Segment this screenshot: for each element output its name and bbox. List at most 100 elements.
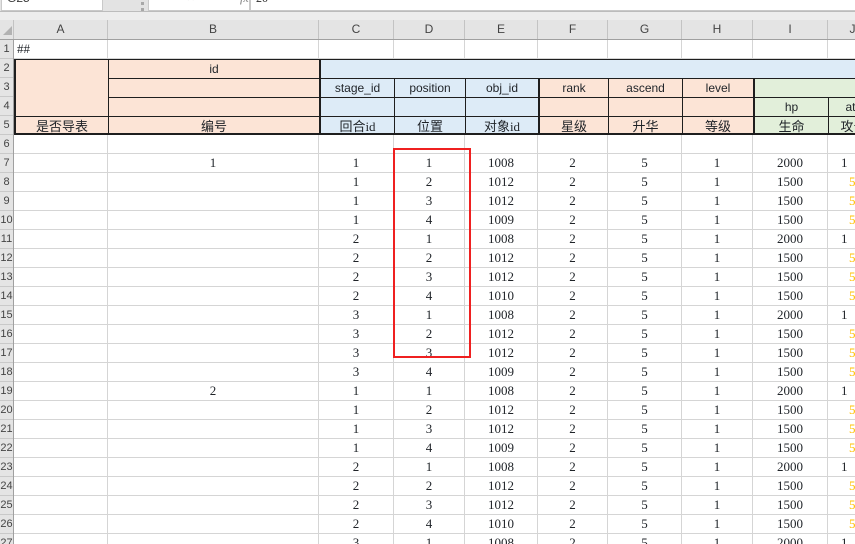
cell-J22[interactable]: 5: [828, 439, 855, 458]
cell-I25[interactable]: 1500: [753, 496, 828, 515]
cell-C27[interactable]: 3: [319, 534, 394, 544]
cell-H25[interactable]: 1: [682, 496, 753, 515]
header-cell-F5[interactable]: 星级: [538, 116, 608, 135]
cell-E22[interactable]: 1009: [465, 439, 538, 458]
header-cell-B2[interactable]: id: [108, 59, 319, 78]
cell-J1[interactable]: [828, 40, 855, 59]
header-cell-D5[interactable]: 位置: [394, 116, 465, 135]
cell-F14[interactable]: 2: [538, 287, 608, 306]
cell-F12[interactable]: 2: [538, 249, 608, 268]
cell-J9[interactable]: 5: [828, 192, 855, 211]
cell-G24[interactable]: 5: [608, 477, 682, 496]
cell-I6[interactable]: [753, 135, 828, 154]
cell-I19[interactable]: 2000: [753, 382, 828, 401]
cell-G19[interactable]: 5: [608, 382, 682, 401]
header-cell-E5[interactable]: 对象id: [465, 116, 538, 135]
cell-A7[interactable]: [14, 154, 108, 173]
header-cell-B4[interactable]: [108, 97, 319, 116]
cell-F25[interactable]: 2: [538, 496, 608, 515]
cell-J21[interactable]: 5: [828, 420, 855, 439]
cell-J11[interactable]: 1: [828, 230, 855, 249]
cell-C17[interactable]: 3: [319, 344, 394, 363]
cell-A17[interactable]: [14, 344, 108, 363]
cell-A15[interactable]: [14, 306, 108, 325]
cell-G1[interactable]: [608, 40, 682, 59]
cell-C26[interactable]: 2: [319, 515, 394, 534]
cell-F19[interactable]: 2: [538, 382, 608, 401]
cell-A6[interactable]: [14, 135, 108, 154]
cell-A23[interactable]: [14, 458, 108, 477]
cell-E16[interactable]: 1012: [465, 325, 538, 344]
cell-B1[interactable]: [108, 40, 319, 59]
cell-C10[interactable]: 1: [319, 211, 394, 230]
cell-A12[interactable]: [14, 249, 108, 268]
cell-B14[interactable]: [108, 287, 319, 306]
header-cell-C2[interactable]: [319, 59, 855, 78]
cell-E14[interactable]: 1010: [465, 287, 538, 306]
cell-B17[interactable]: [108, 344, 319, 363]
cell-F17[interactable]: 2: [538, 344, 608, 363]
cell-F9[interactable]: 2: [538, 192, 608, 211]
cell-A18[interactable]: [14, 363, 108, 382]
cell-I7[interactable]: 2000: [753, 154, 828, 173]
cell-J7[interactable]: 1: [828, 154, 855, 173]
cell-G13[interactable]: 5: [608, 268, 682, 287]
cell-B20[interactable]: [108, 401, 319, 420]
cell-B27[interactable]: [108, 534, 319, 544]
cell-E1[interactable]: [465, 40, 538, 59]
cell-H21[interactable]: 1: [682, 420, 753, 439]
cell-H18[interactable]: 1: [682, 363, 753, 382]
cell-F16[interactable]: 2: [538, 325, 608, 344]
cell-G8[interactable]: 5: [608, 173, 682, 192]
cell-C7[interactable]: 1: [319, 154, 394, 173]
cell-J13[interactable]: 5: [828, 268, 855, 287]
header-cell-A5[interactable]: 是否导表: [14, 116, 108, 135]
cell-H26[interactable]: 1: [682, 515, 753, 534]
cell-D23[interactable]: 1: [394, 458, 465, 477]
cell-I27[interactable]: 2000: [753, 534, 828, 544]
cell-C16[interactable]: 3: [319, 325, 394, 344]
cell-G22[interactable]: 5: [608, 439, 682, 458]
cell-C11[interactable]: 2: [319, 230, 394, 249]
cell-I10[interactable]: 1500: [753, 211, 828, 230]
cell-F27[interactable]: 2: [538, 534, 608, 544]
cell-D19[interactable]: 1: [394, 382, 465, 401]
cell-C9[interactable]: 1: [319, 192, 394, 211]
cell-C15[interactable]: 3: [319, 306, 394, 325]
cell-A24[interactable]: [14, 477, 108, 496]
cell-A27[interactable]: [14, 534, 108, 544]
cell-H20[interactable]: 1: [682, 401, 753, 420]
cell-E13[interactable]: 1012: [465, 268, 538, 287]
cell-G7[interactable]: 5: [608, 154, 682, 173]
cell-H12[interactable]: 1: [682, 249, 753, 268]
header-cell-A2[interactable]: [14, 59, 108, 116]
cell-C22[interactable]: 1: [319, 439, 394, 458]
cell-F7[interactable]: 2: [538, 154, 608, 173]
cell-D21[interactable]: 3: [394, 420, 465, 439]
cell-E17[interactable]: 1012: [465, 344, 538, 363]
header-cell-E3[interactable]: obj_id: [465, 78, 538, 97]
cell-F10[interactable]: 2: [538, 211, 608, 230]
cell-J27[interactable]: 1: [828, 534, 855, 544]
cell-D1[interactable]: [394, 40, 465, 59]
cell-C18[interactable]: 3: [319, 363, 394, 382]
cell-G21[interactable]: 5: [608, 420, 682, 439]
header-cell-F4[interactable]: [538, 97, 608, 116]
cell-J10[interactable]: 5: [828, 211, 855, 230]
header-cell-H3[interactable]: level: [682, 78, 753, 97]
header-cell-E4[interactable]: [465, 97, 538, 116]
cell-A26[interactable]: [14, 515, 108, 534]
cell-D26[interactable]: 4: [394, 515, 465, 534]
header-cell-I5[interactable]: 生命: [753, 116, 828, 135]
cell-J15[interactable]: 1: [828, 306, 855, 325]
cell-G23[interactable]: 5: [608, 458, 682, 477]
cell-F15[interactable]: 2: [538, 306, 608, 325]
header-cell-C5[interactable]: 回合id: [319, 116, 394, 135]
cell-C12[interactable]: 2: [319, 249, 394, 268]
cell-J19[interactable]: 1: [828, 382, 855, 401]
cell-D20[interactable]: 2: [394, 401, 465, 420]
header-cell-B3[interactable]: [108, 78, 319, 97]
cell-A19[interactable]: [14, 382, 108, 401]
cell-B22[interactable]: [108, 439, 319, 458]
cell-A13[interactable]: [14, 268, 108, 287]
